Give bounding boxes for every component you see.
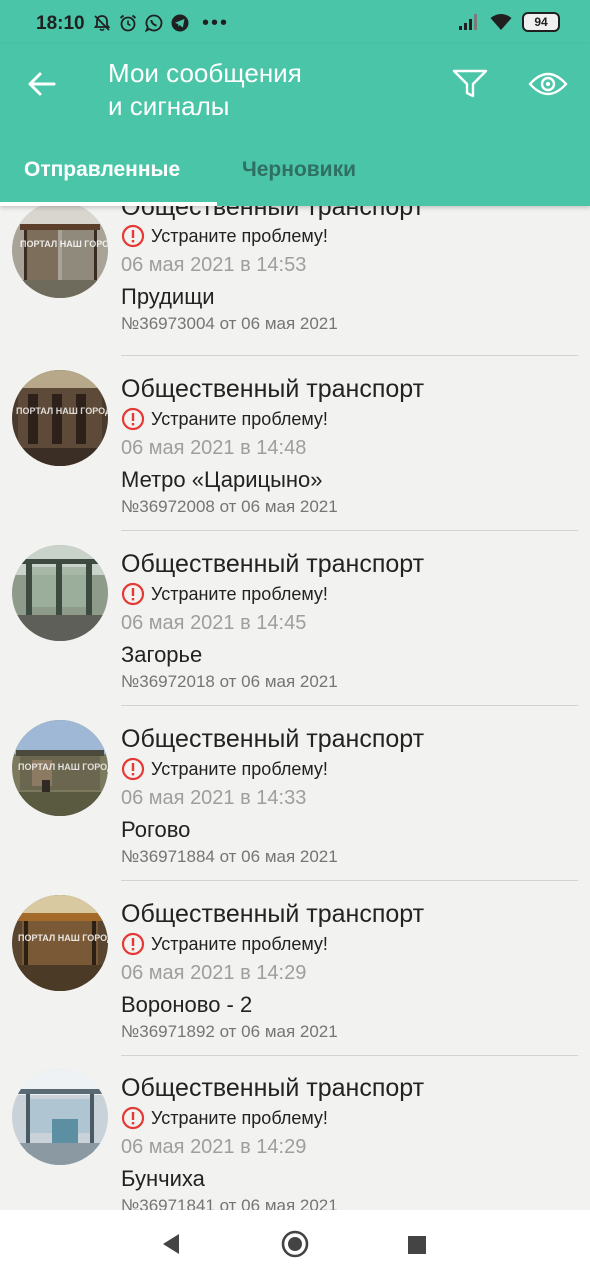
wifi-icon — [490, 14, 512, 30]
list-divider — [121, 1055, 578, 1056]
page-title-line1: Мои сообщения — [108, 58, 302, 88]
message-date: 06 мая 2021 в 14:48 — [121, 437, 307, 459]
telegram-icon — [171, 14, 189, 32]
filter-icon[interactable] — [451, 68, 489, 100]
message-item[interactable]: ПОРТАЛ НАШ ГОРОД Общественный транспорт … — [0, 895, 590, 1073]
message-photo — [12, 545, 108, 641]
svg-text:ПОРТАЛ НАШ ГОРОД: ПОРТАЛ НАШ ГОРОД — [20, 239, 108, 249]
message-category: Общественный транспорт — [121, 1074, 425, 1102]
message-item[interactable]: ПОРТАЛ НАШ ГОРОД Общественный транспорт … — [0, 206, 590, 373]
message-place: Рогово — [121, 817, 191, 842]
message-status: Устраните проблему! — [151, 584, 328, 604]
message-category: Общественный транспорт — [121, 375, 425, 403]
message-place: Бунчиха — [121, 1166, 205, 1191]
signal-icon — [459, 14, 477, 30]
nav-back-icon[interactable] — [160, 1232, 182, 1256]
message-date: 06 мая 2021 в 14:29 — [121, 962, 307, 984]
svg-text:ПОРТАЛ НАШ ГОРОД: ПОРТАЛ НАШ ГОРОД — [18, 933, 108, 943]
app-bar: Мои сообщения и сигналы Отправленные Чер… — [0, 44, 590, 206]
message-number: №36972018 от 06 мая 2021 — [121, 672, 338, 691]
active-tab-indicator — [0, 202, 217, 206]
tab-drafts-label: Черновики — [242, 158, 357, 181]
whatsapp-icon — [144, 14, 163, 33]
status-time: 18:10 — [36, 13, 85, 34]
message-date: 06 мая 2021 в 14:29 — [121, 1136, 307, 1158]
list-divider — [121, 880, 578, 881]
message-place: Прудищи — [121, 284, 215, 309]
message-item[interactable]: Общественный транспорт Устраните проблем… — [0, 1069, 590, 1210]
message-category: Общественный транспорт — [121, 725, 425, 753]
message-item[interactable]: ПОРТАЛ НАШ ГОРОД Общественный транспорт … — [0, 720, 590, 898]
svg-text:ПОРТАЛ НАШ ГОРОД: ПОРТАЛ НАШ ГОРОД — [16, 406, 108, 416]
list-divider — [121, 705, 578, 706]
system-status: 94 — [458, 12, 560, 32]
message-photo: ПОРТАЛ НАШ ГОРОД — [12, 370, 108, 466]
message-place: Вороново - 2 — [121, 992, 253, 1017]
status-bar: 18:10 ••• 94 — [0, 0, 590, 44]
message-category: Общественный транспорт — [121, 206, 425, 221]
alert-icon — [121, 582, 145, 606]
page-title-line2: и сигналы — [108, 91, 230, 121]
nav-recents-icon[interactable] — [408, 1236, 426, 1254]
alarm-icon — [119, 14, 137, 32]
message-date: 06 мая 2021 в 14:33 — [121, 787, 307, 809]
message-photo: ПОРТАЛ НАШ ГОРОД — [12, 206, 108, 298]
back-arrow-icon[interactable] — [26, 68, 58, 100]
list-divider — [121, 530, 578, 531]
message-status: Устраните проблему! — [151, 934, 328, 954]
message-date: 06 мая 2021 в 14:53 — [121, 254, 307, 276]
message-number: №36971884 от 06 мая 2021 — [121, 847, 338, 866]
nav-home-icon[interactable] — [281, 1230, 309, 1258]
message-photo — [12, 1069, 108, 1165]
message-status: Устраните проблему! — [151, 759, 328, 779]
list-divider — [121, 355, 578, 356]
message-status: Устраните проблему! — [151, 226, 328, 246]
message-number: №36971841 от 06 мая 2021 — [121, 1196, 338, 1210]
message-status: Устраните проблему! — [151, 409, 328, 429]
system-nav-bar — [0, 1210, 590, 1280]
message-category: Общественный транспорт — [121, 900, 425, 928]
message-place: Загорье — [121, 642, 203, 667]
alert-icon — [121, 224, 145, 248]
battery-icon: 94 — [522, 12, 560, 32]
message-list[interactable]: ПОРТАЛ НАШ ГОРОД Общественный транспорт … — [0, 206, 590, 1210]
message-item[interactable]: Общественный транспорт Устраните проблем… — [0, 545, 590, 723]
message-date: 06 мая 2021 в 14:45 — [121, 612, 307, 634]
eye-icon[interactable] — [528, 70, 568, 98]
svg-text:ПОРТАЛ НАШ ГОРОД: ПОРТАЛ НАШ ГОРОД — [18, 762, 108, 772]
tab-sent[interactable]: Отправленные — [0, 148, 217, 206]
message-item[interactable]: ПОРТАЛ НАШ ГОРОД Общественный транспорт … — [0, 370, 590, 548]
alert-icon — [121, 407, 145, 431]
mute-icon — [93, 15, 111, 32]
message-number: №36973004 от 06 мая 2021 — [121, 314, 338, 333]
notification-icons: ••• — [92, 10, 229, 36]
message-photo: ПОРТАЛ НАШ ГОРОД — [12, 895, 108, 991]
message-category: Общественный транспорт — [121, 550, 425, 578]
message-number: №36972008 от 06 мая 2021 — [121, 497, 338, 516]
more-dots-icon: ••• — [202, 12, 230, 34]
alert-icon — [121, 932, 145, 956]
alert-icon — [121, 1106, 145, 1130]
tab-sent-label: Отправленные — [24, 158, 181, 181]
tab-drafts[interactable]: Черновики — [217, 148, 397, 206]
message-place: Метро «Царицыно» — [121, 467, 323, 492]
battery-level: 94 — [534, 15, 548, 29]
page-title: Мои сообщения и сигналы — [108, 57, 302, 123]
message-status: Устраните проблему! — [151, 1108, 328, 1128]
message-photo: ПОРТАЛ НАШ ГОРОД — [12, 720, 108, 816]
alert-icon — [121, 757, 145, 781]
message-number: №36971892 от 06 мая 2021 — [121, 1022, 338, 1041]
